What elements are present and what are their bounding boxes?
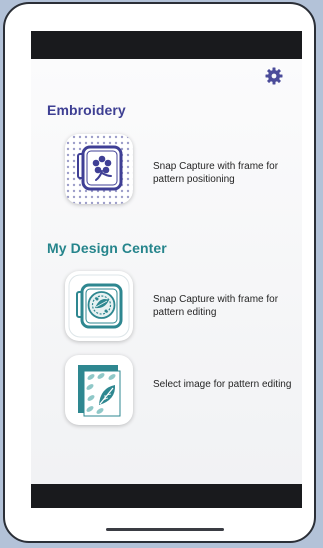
embroidery-section-title: Embroidery bbox=[47, 102, 126, 118]
navigation-bar bbox=[31, 484, 302, 508]
status-bar bbox=[31, 31, 302, 59]
embroidery-snap-capture-option[interactable]: Snap Capture with frame for pattern posi… bbox=[65, 134, 290, 212]
option-label: Snap Capture with frame for pattern posi… bbox=[153, 161, 279, 185]
design-frame-icon bbox=[65, 271, 133, 341]
design-snap-capture-option[interactable]: Snap Capture with frame for pattern edit… bbox=[65, 271, 290, 349]
option-label: Snap Capture with frame for pattern edit… bbox=[153, 294, 279, 318]
device-frame: Embroidery Snap Capture with frame for p… bbox=[3, 2, 316, 543]
option-label: Select image for pattern editing bbox=[153, 379, 292, 390]
leaf-image-icon bbox=[65, 355, 133, 425]
select-image-option[interactable]: Select image for pattern editing bbox=[65, 355, 292, 433]
app-screen: Embroidery Snap Capture with frame for p… bbox=[31, 31, 302, 508]
home-indicator[interactable] bbox=[106, 528, 224, 531]
design-center-section-title: My Design Center bbox=[47, 240, 167, 256]
main-content: Embroidery Snap Capture with frame for p… bbox=[31, 59, 302, 484]
embroidery-frame-flower-icon bbox=[65, 134, 133, 204]
gear-icon[interactable] bbox=[265, 67, 283, 85]
